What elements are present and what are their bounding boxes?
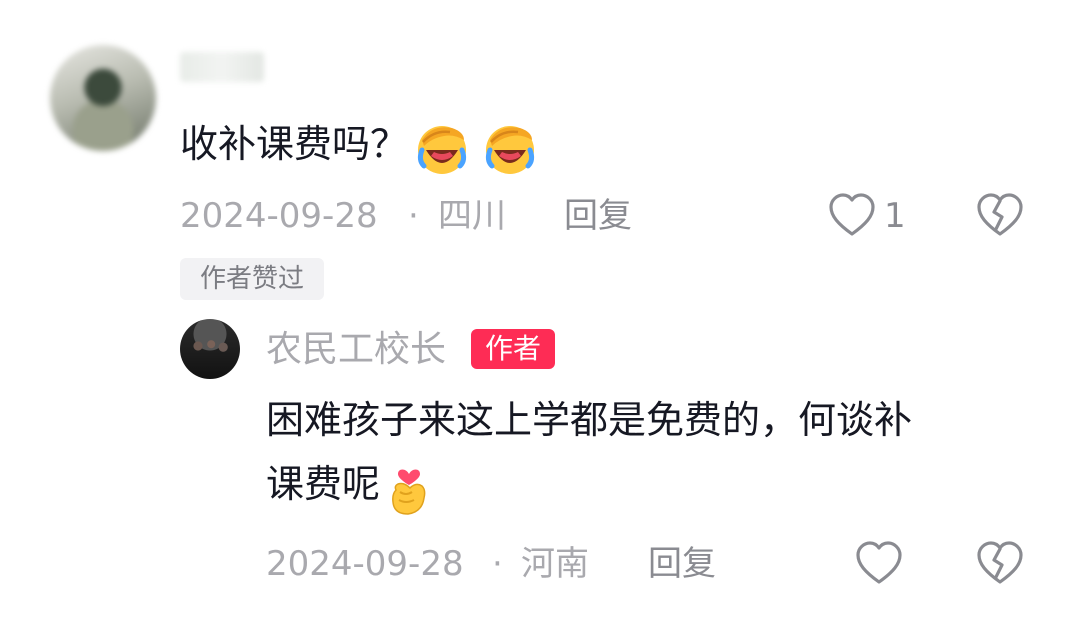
author-avatar[interactable] [180, 319, 240, 379]
dislike-broken-heart-icon[interactable] [976, 192, 1024, 238]
comment-location: 四川 [438, 196, 506, 236]
reply-text-line1: 困难孩子来这上学都是免费的，何谈补 [266, 398, 913, 442]
finger-heart-emoji-icon [386, 455, 432, 519]
author-badge: 作者 [471, 329, 555, 369]
comment-reply-button[interactable]: 回复 [564, 194, 632, 238]
reply-separator: · [492, 544, 503, 584]
comment-text-row: 收补课费吗？ [180, 116, 538, 176]
reply-dislike-broken-heart-icon[interactable] [976, 540, 1024, 586]
comment-text: 收补课费吗？ [180, 122, 409, 166]
reply-like-heart-icon[interactable] [855, 540, 903, 586]
reply-text-line2: 课费呢 [266, 462, 381, 506]
reply-reply-button[interactable]: 回复 [648, 542, 716, 586]
like-count: 1 [884, 196, 906, 236]
like-heart-icon[interactable] [828, 192, 876, 238]
facepalm-laugh-emoji-icon [414, 117, 538, 176]
facepalm-laugh-emoji-icon-2 [486, 125, 535, 174]
commenter-username-blurred[interactable] [180, 52, 264, 82]
comment-date: 2024-09-28 [180, 196, 378, 236]
reply-text: 困难孩子来这上学都是免费的，何谈补 课费呢 [266, 388, 1046, 519]
commenter-avatar[interactable] [50, 45, 156, 151]
reply-location: 河南 [521, 544, 589, 584]
comment-separator: · [408, 196, 419, 236]
author-liked-badge: 作者赞过 [180, 258, 324, 300]
reply-date: 2024-09-28 [266, 544, 464, 584]
author-name[interactable]: 农民工校长 [266, 326, 446, 374]
comment-thread: 收补课费吗？ 2024-09-28 · 四川 回复 1 作者赞过 农民工校长 作… [0, 0, 1080, 634]
